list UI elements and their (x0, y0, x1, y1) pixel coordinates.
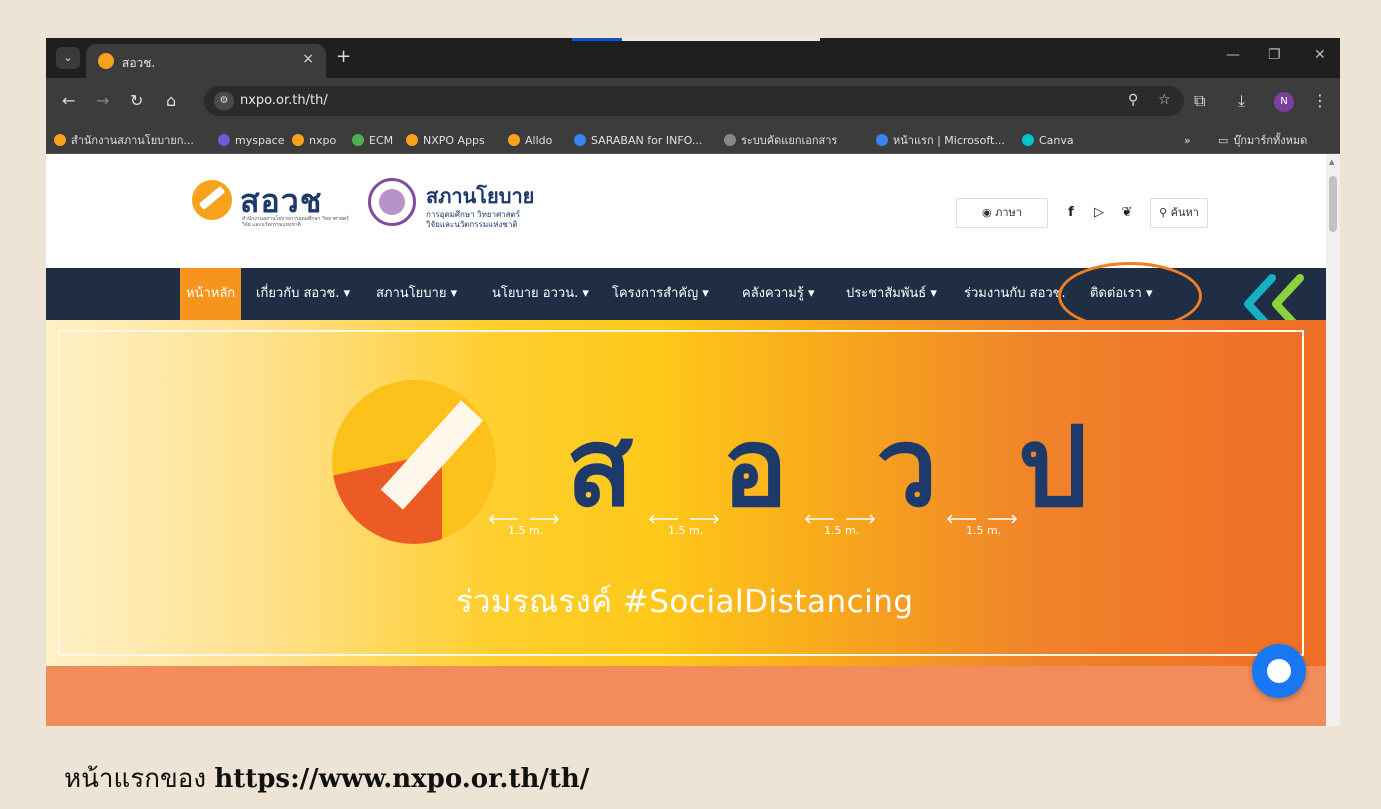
nav-policy[interactable]: นโยบาย อววน. ▾ (492, 268, 589, 320)
active-tab[interactable]: สอวช. × (86, 44, 326, 78)
bookmark-item[interactable]: ECM (352, 132, 393, 148)
facebook-icon[interactable]: f (1060, 200, 1082, 226)
tab-close-icon[interactable]: × (302, 51, 314, 67)
bookmark-favicon-icon (218, 134, 230, 146)
bookmark-item[interactable]: หน้าแรก | Microsoft... (876, 132, 1005, 148)
close-window-icon[interactable]: ✕ (1314, 47, 1326, 63)
bookmark-item[interactable]: Alldo (508, 132, 552, 148)
tab-favicon-icon (98, 53, 114, 69)
bookmark-item[interactable]: ระบบคัดแยกเอกสาร (724, 132, 837, 148)
hero-banner[interactable]: ส อ ว ป 1.5 m. 1.5 m. 1.5 m. 1.5 m. ร่วม… (46, 320, 1326, 666)
address-bar[interactable]: ⚙ nxpo.or.th/th/ ⚲ ☆ (204, 86, 1184, 116)
council-seal-icon (368, 178, 416, 226)
tab-title: สอวช. (122, 56, 156, 70)
messenger-chat-icon[interactable] (1252, 644, 1306, 698)
scroll-up-arrow-icon[interactable]: ▲ (1329, 158, 1334, 166)
council-title: สภานโยบาย (426, 184, 535, 208)
bookmark-favicon-icon (876, 134, 888, 146)
bookmarks-overflow-icon[interactable]: » (1184, 132, 1191, 148)
bookmark-star-icon[interactable]: ☆ (1158, 92, 1171, 108)
globe-icon: ◉ (982, 206, 992, 219)
restore-icon[interactable]: ❐ (1268, 47, 1281, 63)
banner-letter: อ (722, 403, 789, 531)
home-icon[interactable]: ⌂ (166, 91, 176, 110)
reload-icon[interactable]: ↻ (130, 91, 143, 110)
nav-about[interactable]: เกี่ยวกับ สอวช. ▾ (256, 268, 350, 320)
new-tab-icon[interactable]: + (336, 46, 351, 67)
download-icon[interactable]: ⤓ (1238, 91, 1245, 111)
council-subtitle: การอุดมศึกษา วิทยาศาสตร์ วิจัยและนวัตกรร… (426, 210, 521, 229)
forward-arrow-icon[interactable]: → (96, 91, 109, 110)
content-strip (46, 666, 1326, 726)
site-logo-subtitle: สำนักงานสภานโยบายการอุดมศึกษา วิทยาศาสตร… (242, 216, 349, 228)
banner-letter: ป (1018, 403, 1088, 531)
window-drag-indicator (572, 38, 622, 41)
scrollbar-thumb[interactable] (1329, 176, 1337, 232)
bookmarks-bar: สำนักงานสภานโยบายก... myspace nxpo ECM N… (46, 126, 1340, 154)
search-button[interactable]: ⚲ ค้นหา (1150, 198, 1208, 228)
bookmark-favicon-icon (508, 134, 520, 146)
twitter-icon[interactable]: ❦ (1114, 200, 1140, 226)
menu-kebab-icon[interactable]: ⋮ (1312, 91, 1328, 110)
bookmark-favicon-icon (352, 134, 364, 146)
folder-icon: ▭ (1218, 133, 1229, 147)
bookmark-item[interactable]: NXPO Apps (406, 132, 485, 148)
nav-knowledge[interactable]: คลังความรู้ ▾ (742, 268, 815, 320)
tab-search-chevron-icon[interactable]: ⌄ (56, 47, 80, 69)
nav-home[interactable]: หน้าหลัก (180, 268, 242, 320)
zoom-icon[interactable]: ⚲ (1128, 92, 1138, 108)
browser-window: ⌄ สอวช. × + — ❐ ✕ ← → ↻ ⌂ ⚙ nxpo.or.th/t… (46, 38, 1340, 726)
nav-projects[interactable]: โครงการสำคัญ ▾ (612, 268, 709, 320)
browser-toolbar: ← → ↻ ⌂ ⚙ nxpo.or.th/th/ ⚲ ☆ ⧉ ⤓ N ⋮ (46, 78, 1340, 126)
bookmark-favicon-icon (724, 134, 736, 146)
bookmark-item[interactable]: สำนักงานสภานโยบายก... (54, 132, 194, 148)
youtube-play-icon[interactable]: ▷ (1088, 200, 1110, 226)
bookmark-favicon-icon (1022, 134, 1034, 146)
bookmark-favicon-icon (292, 134, 304, 146)
profile-avatar[interactable]: N (1274, 92, 1294, 112)
language-button[interactable]: ◉ ภาษา (956, 198, 1048, 228)
search-icon: ⚲ (1159, 206, 1168, 219)
bookmark-favicon-icon (574, 134, 586, 146)
title-bar: ⌄ สอวช. × + — ❐ ✕ (46, 38, 1340, 78)
bookmark-favicon-icon (406, 134, 418, 146)
nav-council[interactable]: สภานโยบาย ▾ (376, 268, 457, 320)
nav-public-relations[interactable]: ประชาสัมพันธ์ ▾ (846, 268, 937, 320)
bookmark-item[interactable]: myspace (218, 132, 285, 148)
banner-letter: ส (566, 403, 634, 531)
minimize-icon[interactable]: — (1226, 47, 1240, 63)
back-arrow-icon[interactable]: ← (62, 91, 75, 110)
banner-letter: ว (876, 403, 938, 531)
extensions-icon[interactable]: ⧉ (1194, 91, 1205, 111)
window-drag-indicator-2 (622, 38, 820, 41)
site-settings-icon[interactable]: ⚙ (214, 92, 234, 110)
address-url[interactable]: nxpo.or.th/th/ (240, 93, 328, 108)
bookmark-item[interactable]: SARABAN for INFO... (574, 132, 702, 148)
web-page: สอวช สำนักงานสภานโยบายการอุดมศึกษา วิทยา… (46, 154, 1326, 726)
bookmark-favicon-icon (54, 134, 66, 146)
bookmark-item[interactable]: nxpo (292, 132, 336, 148)
nxpo-big-logo-icon (332, 380, 496, 544)
bookmark-item[interactable]: Canva (1022, 132, 1074, 148)
banner-tagline: ร่วมรณรงค์ #SocialDistancing (456, 584, 914, 620)
page-scrollbar[interactable]: ▲ (1326, 154, 1340, 726)
all-bookmarks-button[interactable]: ▭ บุ๊กมาร์กทั้งหมด (1218, 132, 1307, 148)
image-caption: หน้าแรกของ https://www.nxpo.or.th/th/ (64, 764, 590, 794)
nav-careers[interactable]: ร่วมงานกับ สอวช. (964, 268, 1066, 320)
nxpo-logo-icon[interactable] (192, 180, 232, 220)
